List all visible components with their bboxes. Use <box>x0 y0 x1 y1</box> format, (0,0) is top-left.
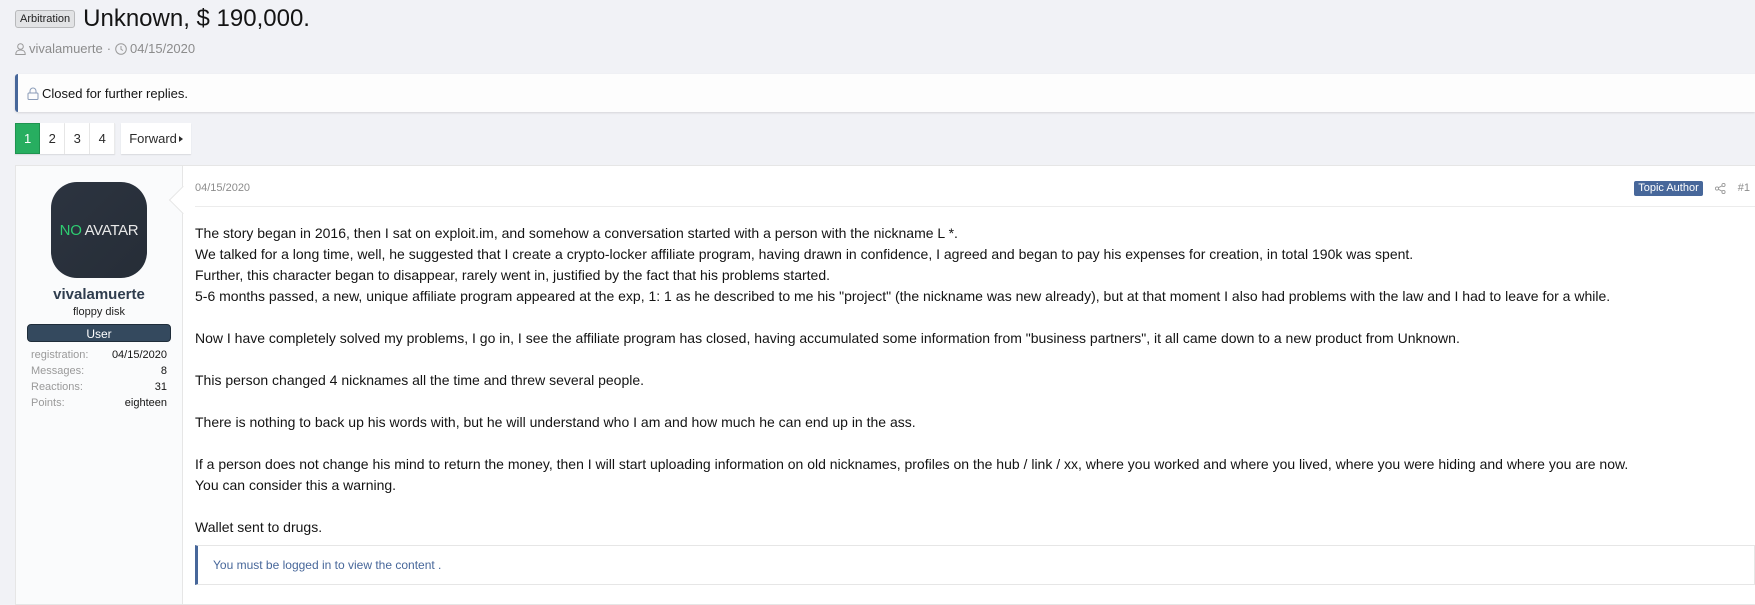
user-title: floppy disk <box>73 306 125 318</box>
post-user-info: NO AVATAR vivalamuerte floppy disk User … <box>16 166 198 604</box>
post-paragraph: Now I have completely solved my problems… <box>195 330 1460 346</box>
meta-separator: · <box>106 41 112 56</box>
post-paragraph: This person changed 4 nicknames all the … <box>195 372 645 388</box>
thread-author-link[interactable]: vivalamuerte <box>29 41 103 56</box>
post-body: The story began in 2016, then I sat on e… <box>195 223 1755 538</box>
stat-points: Points: eighteen <box>31 395 167 411</box>
pagination: 1 2 3 4 Forward <box>15 123 191 154</box>
page-link-1[interactable]: 1 <box>15 123 41 154</box>
username-link[interactable]: vivalamuerte <box>16 286 182 303</box>
thread-prefix-badge[interactable]: Arbitration <box>15 10 76 28</box>
forward-label: Forward <box>129 131 177 146</box>
post-main: 04/15/2020 Topic Author #1 The story beg… <box>183 166 1755 604</box>
closed-notice-text: Closed for further replies. <box>42 85 188 101</box>
thread-header: Arbitration Unknown, $ 190,000. vivalamu… <box>15 4 310 56</box>
stat-value[interactable]: eighteen <box>125 395 167 411</box>
topic-author-badge: Topic Author <box>1634 180 1703 196</box>
page-link-2[interactable]: 2 <box>40 123 66 154</box>
share-icon[interactable] <box>1714 182 1726 194</box>
user-stats: registration: 04/15/2020 Messages: 8 Rea… <box>31 347 167 411</box>
login-required-text[interactable]: You must be logged in to view the conten… <box>213 558 441 572</box>
stat-label: Messages: <box>31 365 85 377</box>
avatar[interactable]: NO AVATAR <box>51 182 147 278</box>
clock-icon <box>115 42 127 55</box>
post-paragraph: You can consider this a warning. <box>195 477 397 493</box>
closed-notice: Closed for further replies. <box>15 74 1755 112</box>
stat-reactions: Reactions: 31 <box>31 379 167 395</box>
hidden-content-notice: You must be logged in to view the conten… <box>195 545 1755 585</box>
avatar-text-avatar: AVATAR <box>84 221 139 239</box>
stat-messages: Messages: 8 <box>31 363 167 379</box>
thread-date-link[interactable]: 04/15/2020 <box>130 41 195 56</box>
stat-label: registration: <box>31 349 89 361</box>
post-number-link[interactable]: #1 <box>1738 182 1750 194</box>
post-paragraph: 5-6 months passed, a new, unique affilia… <box>195 288 1611 304</box>
post-paragraph: There is nothing to back up his words wi… <box>195 414 916 430</box>
forward-button[interactable]: Forward <box>121 123 191 154</box>
stat-label: Points: <box>31 397 65 409</box>
post-date-link[interactable]: 04/15/2020 <box>195 182 250 194</box>
lock-icon <box>27 87 39 100</box>
page-title: Unknown, $ 190,000. <box>83 5 310 32</box>
post-header: 04/15/2020 Topic Author #1 <box>195 166 1755 207</box>
caret-right-icon <box>178 135 183 142</box>
user-icon <box>15 42 26 55</box>
post-paragraph: We talked for a long time, well, he sugg… <box>195 246 1414 262</box>
avatar-text-no: NO <box>59 221 82 239</box>
post: NO AVATAR vivalamuerte floppy disk User … <box>15 165 1755 605</box>
stat-value: 04/15/2020 <box>111 349 167 361</box>
stat-label: Reactions: <box>31 381 83 393</box>
post-paragraph: Further, this character began to disappe… <box>195 267 830 283</box>
thread-meta: vivalamuerte · 04/15/2020 <box>15 41 310 56</box>
stat-value: 31 <box>154 381 167 393</box>
page-link-4[interactable]: 4 <box>90 123 116 154</box>
post-paragraph: If a person does not change his mind to … <box>195 456 1629 472</box>
post-paragraph: Wallet sent to drugs. <box>195 519 323 535</box>
stat-registration: registration: 04/15/2020 <box>31 347 167 363</box>
page-link-3[interactable]: 3 <box>65 123 91 154</box>
user-banner: User <box>27 324 171 342</box>
post-actions: Topic Author #1 <box>1634 180 1755 196</box>
post-paragraph: The story began in 2016, then I sat on e… <box>195 225 958 241</box>
stat-value[interactable]: 8 <box>161 363 167 379</box>
